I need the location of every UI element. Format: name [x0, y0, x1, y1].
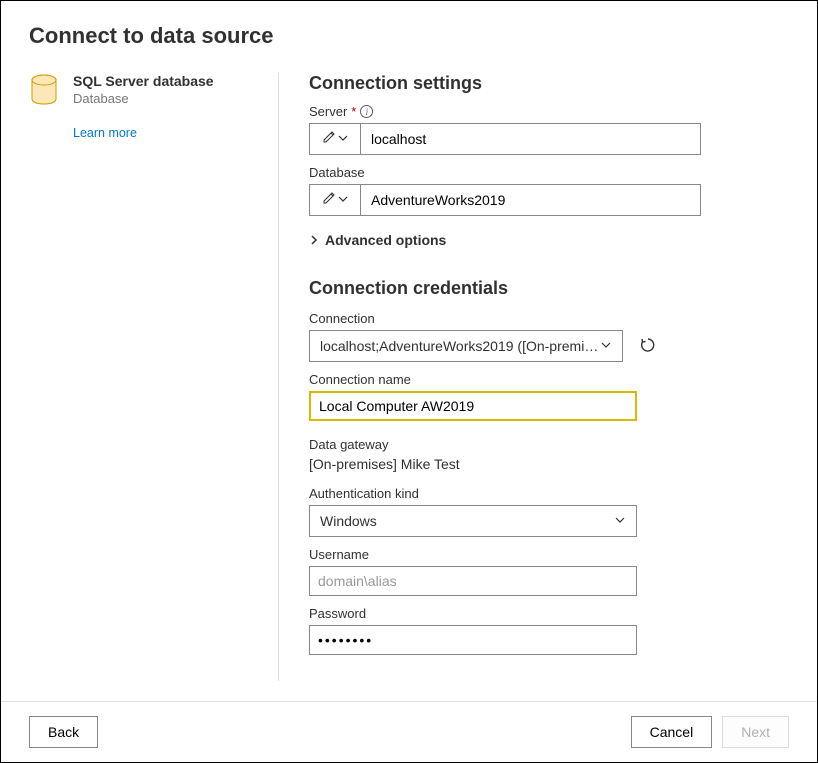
connection-settings-heading: Connection settings — [309, 73, 779, 94]
server-field-row — [309, 123, 701, 155]
authentication-kind-value: Windows — [320, 513, 377, 529]
connection-select-row: localhost;AdventureWorks2019 ([On-premis… — [309, 330, 661, 362]
connection-credentials-heading: Connection credentials — [309, 278, 779, 299]
server-edit-mode-button[interactable] — [309, 123, 361, 155]
data-gateway-value: [On-premises] Mike Test — [309, 456, 779, 472]
learn-more-link[interactable]: Learn more — [73, 126, 137, 140]
chevron-down-icon — [338, 130, 348, 148]
database-input[interactable] — [361, 184, 701, 216]
server-input[interactable] — [361, 123, 701, 155]
password-label: Password — [309, 606, 779, 621]
connection-select[interactable]: localhost;AdventureWorks2019 ([On-premis… — [309, 330, 623, 362]
datasource-row: SQL Server database Database — [29, 73, 258, 112]
connection-name-input[interactable] — [309, 391, 637, 421]
next-button: Next — [722, 716, 789, 748]
refresh-button[interactable] — [635, 332, 661, 360]
password-input[interactable] — [309, 625, 637, 655]
pencil-icon — [322, 191, 336, 210]
dialog-content: Connect to data source SQL Server databa… — [1, 1, 817, 701]
refresh-icon — [639, 336, 657, 357]
data-gateway-label: Data gateway — [309, 437, 779, 452]
dialog-body: SQL Server database Database Learn more … — [29, 73, 789, 681]
database-icon — [29, 73, 59, 112]
connect-data-source-dialog: Connect to data source SQL Server databa… — [0, 0, 818, 763]
connection-select-value: localhost;AdventureWorks2019 ([On-premis… — [320, 338, 600, 354]
username-label: Username — [309, 547, 779, 562]
connection-name-label: Connection name — [309, 372, 779, 387]
advanced-options-toggle[interactable]: Advanced options — [309, 232, 779, 248]
database-edit-mode-button[interactable] — [309, 184, 361, 216]
chevron-right-icon — [309, 232, 319, 248]
main-panel: Connection settings Server * i — [279, 73, 789, 681]
footer-right: Cancel Next — [631, 716, 789, 748]
sidebar: SQL Server database Database Learn more — [29, 73, 279, 681]
server-label: Server * i — [309, 104, 779, 119]
dialog-title: Connect to data source — [29, 23, 789, 49]
connection-label: Connection — [309, 311, 779, 326]
chevron-down-icon — [614, 513, 626, 529]
authentication-kind-select[interactable]: Windows — [309, 505, 637, 537]
pencil-icon — [322, 130, 336, 149]
datasource-text: SQL Server database Database — [73, 73, 214, 112]
info-icon[interactable]: i — [360, 105, 373, 118]
dialog-footer: Back Cancel Next — [1, 701, 817, 762]
required-asterisk: * — [351, 104, 356, 119]
authentication-kind-label: Authentication kind — [309, 486, 779, 501]
chevron-down-icon — [600, 338, 612, 354]
chevron-down-icon — [338, 191, 348, 209]
back-button[interactable]: Back — [29, 716, 98, 748]
database-label: Database — [309, 165, 779, 180]
username-input[interactable] — [309, 566, 637, 596]
database-field-row — [309, 184, 701, 216]
datasource-subtype: Database — [73, 91, 214, 106]
datasource-name: SQL Server database — [73, 73, 214, 89]
cancel-button[interactable]: Cancel — [631, 716, 713, 748]
